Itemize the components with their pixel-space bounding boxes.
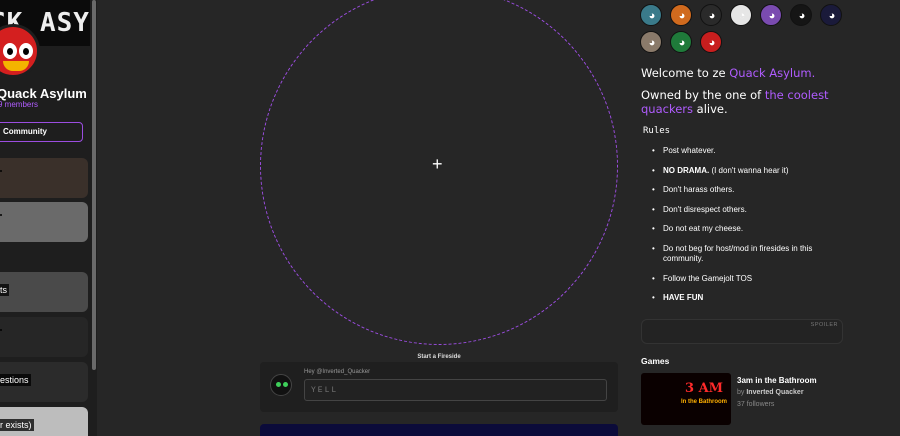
- author-link[interactable]: Inverted Quacker: [746, 389, 803, 396]
- game-author: by Inverted Quacker: [737, 389, 804, 396]
- community-name[interactable]: Quack Asylum: [0, 86, 87, 101]
- plus-icon[interactable]: +: [432, 154, 443, 174]
- beak-icon: [3, 61, 29, 71]
- rule-item: Do not beg for host/mod in firesides in …: [651, 244, 846, 265]
- rules-heading: Rules: [643, 126, 671, 136]
- sidebar-scrollbar[interactable]: [92, 0, 96, 370]
- duck-avatar-icon: ◕: [798, 10, 806, 22]
- member-avatar[interactable]: ◕: [700, 4, 722, 26]
- channel-tile[interactable]: [0, 317, 88, 357]
- duck-avatar-icon: ◕: [648, 37, 656, 49]
- channel-tile[interactable]: r exists): [0, 407, 88, 436]
- channel-tile[interactable]: ts: [0, 272, 88, 312]
- member-avatar[interactable]: ◕: [790, 4, 812, 26]
- compose-greeting: Hey @Inverted_Quacker: [304, 369, 371, 375]
- welcome-text: Welcome to ze Quack Asylum.: [641, 66, 815, 80]
- member-avatar[interactable]: ◔: [730, 4, 752, 26]
- feed-post-card[interactable]: [260, 424, 618, 436]
- rule-item: Post whatever.: [651, 146, 846, 157]
- eye-icon: [276, 382, 281, 387]
- community-link[interactable]: Quack Asylum.: [729, 66, 815, 80]
- member-avatar[interactable]: ◕: [640, 31, 662, 53]
- game-thumb-subtitle: In the Bathroom: [681, 399, 727, 405]
- game-thumb-title: 3 AM: [685, 381, 724, 396]
- rule-item: HAVE FUN: [651, 293, 846, 304]
- member-avatar[interactable]: ◕: [820, 4, 842, 26]
- owner-text: Owned by the one of the coolest quackers…: [641, 88, 841, 116]
- welcome-prefix: Welcome to ze: [641, 66, 730, 80]
- eye-icon: [19, 43, 33, 59]
- rule-item: NO DRAMA. (I don't wanna hear it): [651, 166, 846, 177]
- rule-item: Don't harass others.: [651, 185, 846, 196]
- channel-label: ts: [0, 284, 10, 296]
- channel-tile[interactable]: [0, 158, 88, 198]
- rule-item: Follow the Gamejolt TOS: [651, 274, 846, 285]
- rule-item: Do not eat my cheese.: [651, 224, 846, 235]
- channel-tile[interactable]: [0, 202, 88, 242]
- community-sidebar: CK ASYI Quack Asylum 9 members Community…: [0, 0, 97, 436]
- game-followers: 37 followers: [737, 401, 775, 408]
- member-avatar[interactable]: ◕: [670, 31, 692, 53]
- rules-list: Post whatever. NO DRAMA. (I don't wanna …: [651, 146, 846, 313]
- owned-prefix: Owned by the one of: [641, 88, 765, 102]
- channel-label: estions: [0, 374, 31, 386]
- duck-avatar-icon: ◕: [708, 37, 716, 49]
- duck-avatar-icon: ◕: [678, 10, 686, 22]
- member-avatar[interactable]: ◕: [700, 31, 722, 53]
- channel-label: r exists): [0, 419, 34, 431]
- channel-label: [0, 214, 2, 216]
- eye-icon: [3, 43, 17, 59]
- game-title-link[interactable]: 3am in the Bathroom: [737, 376, 817, 385]
- duck-avatar-icon: ◕: [708, 10, 716, 22]
- game-thumbnail[interactable]: 3 AM In the Bathroom: [641, 373, 731, 425]
- member-avatar[interactable]: ◕: [760, 4, 782, 26]
- member-avatar[interactable]: ◕: [640, 4, 662, 26]
- games-heading: Games: [641, 356, 670, 366]
- eye-icon: [283, 382, 288, 387]
- user-avatar: [270, 374, 292, 396]
- start-fireside-label: Start a Fireside: [417, 354, 461, 360]
- rule-item: Don't disrespect others.: [651, 205, 846, 216]
- spoiler-block[interactable]: SPOILER: [641, 319, 843, 344]
- duck-avatar-icon: ◕: [648, 10, 656, 22]
- duck-avatar-icon: ◔: [738, 10, 746, 22]
- duck-avatar-icon: ◕: [768, 10, 776, 22]
- channel-label: [0, 329, 2, 331]
- post-compose-box: Hey @Inverted_Quacker: [260, 362, 618, 412]
- owned-suffix: alive.: [693, 102, 728, 116]
- member-count[interactable]: 9 members: [0, 100, 38, 109]
- spoiler-label: SPOILER: [810, 322, 838, 328]
- channel-tile[interactable]: estions: [0, 362, 88, 402]
- post-input[interactable]: [304, 379, 607, 401]
- duck-avatar-icon: ◕: [828, 10, 836, 22]
- community-button[interactable]: Community: [0, 122, 83, 142]
- member-avatar[interactable]: ◕: [670, 4, 692, 26]
- duck-avatar-icon: ◕: [678, 37, 686, 49]
- channel-label: [0, 170, 2, 172]
